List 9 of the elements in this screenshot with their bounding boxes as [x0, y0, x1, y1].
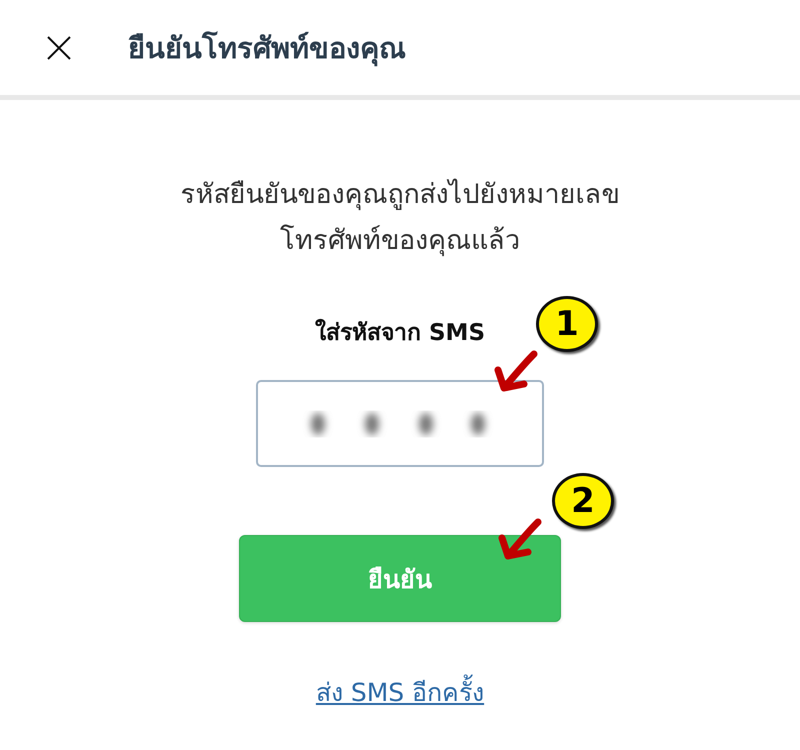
- message-line: โทรศัพท์ของคุณแล้ว: [280, 224, 520, 258]
- field-label: ใส่รหัสจาก SMS: [314, 318, 486, 348]
- code-field[interactable]: [256, 380, 544, 467]
- page-title: ยืนยันโทรศัพท์ของคุณ: [128, 30, 406, 68]
- message-line: รหัสยืนยันของคุณถูกส่งไปยังหมายเลข: [180, 178, 620, 212]
- resend-link[interactable]: ส่ง SMS อีกครั้ง: [316, 672, 484, 712]
- close-icon[interactable]: [47, 36, 71, 60]
- step-number-badge: 2: [552, 473, 614, 529]
- step-number-badge: 1: [536, 296, 598, 352]
